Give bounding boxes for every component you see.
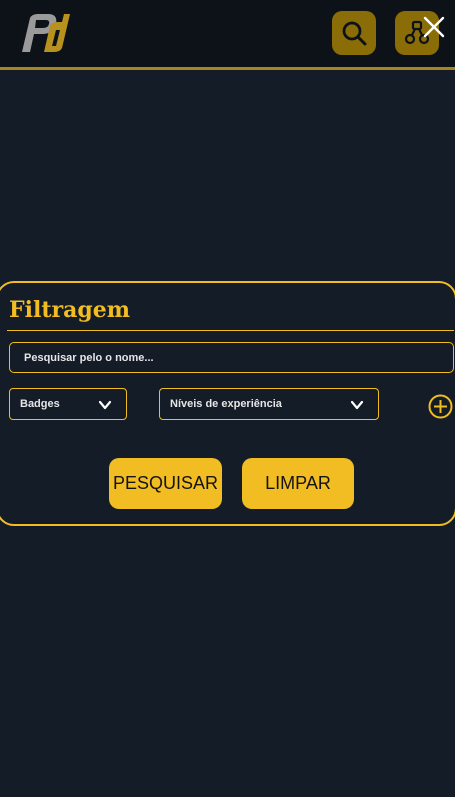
name-search-input[interactable] (9, 342, 454, 373)
search-icon (342, 21, 367, 46)
top-bar (0, 0, 455, 70)
badges-select-label: Badges (20, 398, 60, 410)
levels-select-label: Níveis de experiência (170, 398, 282, 410)
close-icon[interactable] (421, 14, 447, 40)
filter-title: Filtragem (9, 297, 130, 323)
chevron-down-icon (98, 400, 112, 410)
filter-panel: Filtragem Badges Níveis de experiência P… (0, 281, 455, 526)
clear-button[interactable]: LIMPAR (242, 458, 354, 509)
pd-logo-icon[interactable] (18, 12, 72, 54)
levels-select[interactable]: Níveis de experiência (159, 388, 379, 420)
search-submit-button[interactable]: PESQUISAR (109, 458, 222, 509)
badges-select[interactable]: Badges (9, 388, 127, 420)
search-button[interactable] (332, 11, 376, 55)
title-divider (7, 330, 454, 331)
chevron-down-icon (350, 400, 364, 410)
plus-circle-icon[interactable] (428, 394, 453, 419)
